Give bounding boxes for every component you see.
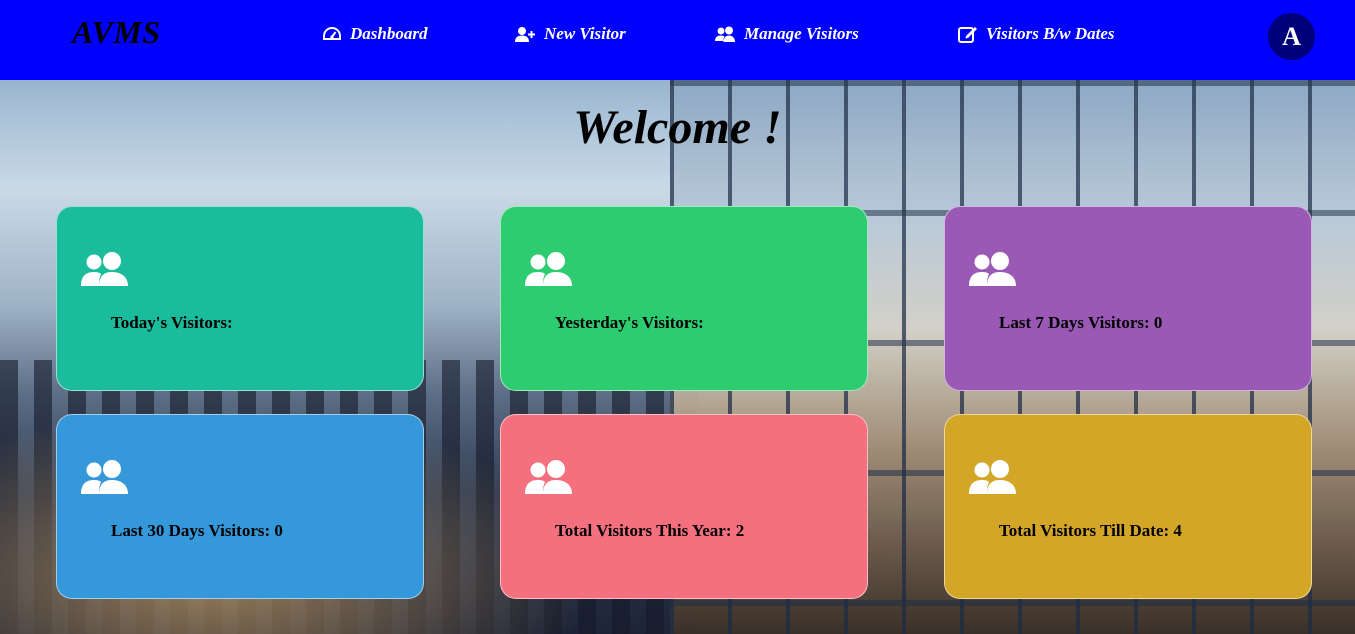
avatar[interactable]: A bbox=[1268, 13, 1315, 60]
nav-dashboard[interactable]: Dashboard bbox=[322, 24, 427, 44]
gauge-icon bbox=[322, 26, 342, 43]
brand-logo[interactable]: AVMS bbox=[72, 14, 161, 51]
card-label: Last 30 Days Visitors: 0 bbox=[111, 521, 283, 540]
nav-visitors-between-dates-label: Visitors B/w Dates bbox=[986, 24, 1115, 43]
users-icon bbox=[525, 251, 573, 292]
card-label: Yesterday's Visitors: bbox=[555, 313, 704, 332]
card-total-visitors-till-date[interactable]: Total Visitors Till Date: 4 bbox=[944, 414, 1312, 599]
nav-manage-visitors-label: Manage Visitors bbox=[744, 24, 859, 43]
page: AVMS Dashboard New Visitor Manage Visito… bbox=[0, 0, 1355, 634]
avatar-initial: A bbox=[1282, 21, 1301, 51]
edit-icon bbox=[958, 25, 978, 43]
card-label: Total Visitors This Year: 2 bbox=[555, 521, 745, 540]
page-title: Welcome ! bbox=[573, 101, 782, 154]
users-icon bbox=[81, 251, 129, 292]
users-icon bbox=[715, 26, 736, 43]
card-total-visitors-this-year[interactable]: Total Visitors This Year: 2 bbox=[500, 414, 868, 599]
card-label: Today's Visitors: bbox=[111, 313, 233, 332]
user-plus-icon bbox=[515, 26, 536, 43]
users-icon bbox=[969, 251, 1017, 292]
card-last-30-days-visitors[interactable]: Last 30 Days Visitors: 0 bbox=[56, 414, 424, 599]
card-label: Total Visitors Till Date: 4 bbox=[999, 521, 1182, 540]
navbar: AVMS Dashboard New Visitor Manage Visito… bbox=[0, 0, 1355, 80]
users-icon bbox=[81, 459, 129, 500]
nav-manage-visitors[interactable]: Manage Visitors bbox=[715, 24, 859, 44]
card-label: Last 7 Days Visitors: 0 bbox=[999, 313, 1163, 332]
users-icon bbox=[525, 459, 573, 500]
nav-new-visitor[interactable]: New Visitor bbox=[515, 24, 626, 44]
nav-dashboard-label: Dashboard bbox=[350, 24, 428, 43]
nav-visitors-between-dates[interactable]: Visitors B/w Dates bbox=[958, 24, 1114, 44]
users-icon bbox=[969, 459, 1017, 500]
card-yesterdays-visitors[interactable]: Yesterday's Visitors: bbox=[500, 206, 868, 391]
nav-new-visitor-label: New Visitor bbox=[544, 24, 626, 43]
card-todays-visitors[interactable]: Today's Visitors: bbox=[56, 206, 424, 391]
card-last-7-days-visitors[interactable]: Last 7 Days Visitors: 0 bbox=[944, 206, 1312, 391]
